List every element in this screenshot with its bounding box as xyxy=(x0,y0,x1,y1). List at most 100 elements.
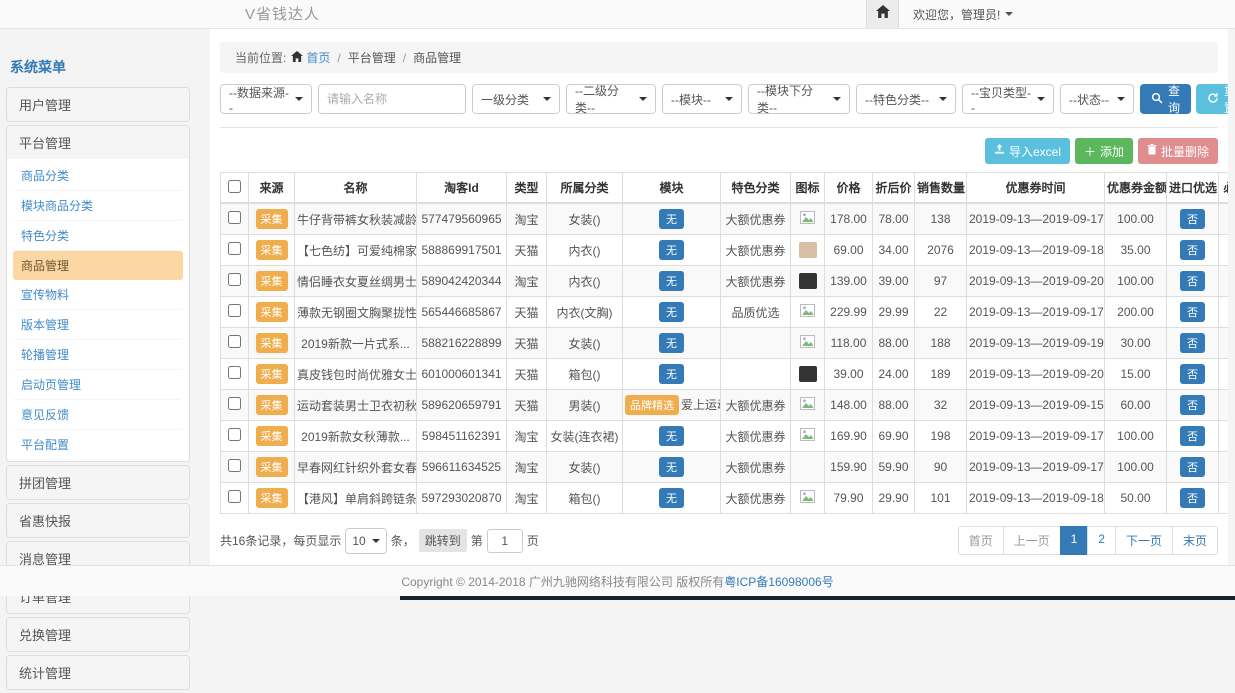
category-cell: 女装() xyxy=(547,203,623,235)
row-checkbox[interactable] xyxy=(228,273,241,286)
discount-price-cell: 78.00 xyxy=(873,203,915,235)
jump-to-button[interactable]: 跳转到 xyxy=(419,529,467,552)
sidebar-item[interactable]: 宣传物料 xyxy=(13,280,183,310)
sidebar-item[interactable]: 意见反馈 xyxy=(13,400,183,430)
sidebar-section-header[interactable]: 兑换管理 xyxy=(7,618,189,651)
module-cell: 无 xyxy=(623,297,721,328)
jump-page-input[interactable] xyxy=(487,529,523,553)
trash-icon xyxy=(1147,144,1157,158)
taoke-id-cell: 597293020870 xyxy=(417,483,507,514)
coupon-time-cell: 2019-09-13—2019-09-15 xyxy=(967,390,1105,421)
table-row: 采集2019新款女秋薄款...598451162391淘宝女装(连衣裙)无大额优… xyxy=(221,421,1229,452)
reset-button[interactable]: 重置 xyxy=(1196,84,1228,114)
import-select-cell: 否 xyxy=(1167,452,1219,483)
import-select-toggle[interactable]: 否 xyxy=(1180,240,1205,260)
module-none-badge: 无 xyxy=(659,271,684,291)
module-badge: 品牌精选 xyxy=(625,395,679,415)
sidebar-item[interactable]: 特色分类 xyxy=(13,221,183,251)
price-cell: 139.00 xyxy=(825,266,873,297)
home-button[interactable] xyxy=(866,0,899,28)
row-checkbox[interactable] xyxy=(228,397,241,410)
import-select-toggle[interactable]: 否 xyxy=(1180,333,1205,353)
import-excel-button[interactable]: 导入excel xyxy=(985,138,1070,164)
page-button[interactable]: 上一页 xyxy=(1003,526,1061,555)
add-button[interactable]: ＋ 添加 xyxy=(1075,138,1133,164)
import-select-toggle[interactable]: 否 xyxy=(1180,364,1205,384)
sidebar-item[interactable]: 版本管理 xyxy=(13,310,183,340)
sidebar-section-header[interactable]: 统计管理 xyxy=(7,656,189,689)
chevron-down-icon xyxy=(833,97,841,101)
category-cell: 内衣() xyxy=(547,235,623,266)
feature-category-select[interactable]: --特色分类-- xyxy=(856,84,956,114)
row-checkbox[interactable] xyxy=(228,335,241,348)
page-size-select[interactable]: 10 xyxy=(345,528,386,554)
module-sub-select[interactable]: --模块下分类-- xyxy=(748,84,850,114)
sidebar-section: 兑换管理 xyxy=(6,617,190,652)
discount-price-cell: 88.00 xyxy=(873,328,915,359)
sidebar-item[interactable]: 商品管理 xyxy=(13,251,183,280)
source-badge: 采集 xyxy=(256,333,288,353)
sidebar-item[interactable]: 平台配置 xyxy=(13,430,183,459)
row-checkbox[interactable] xyxy=(228,459,241,472)
data-source-select[interactable]: --数据来源-- xyxy=(220,84,312,114)
category-level2-select[interactable]: --二级分类-- xyxy=(566,84,656,114)
row-checkbox[interactable] xyxy=(228,490,241,503)
page-button[interactable]: 下一页 xyxy=(1115,526,1173,555)
must-buy-cell: 否 xyxy=(1219,297,1229,328)
sidebar-section-header[interactable]: 省惠快报 xyxy=(7,504,189,537)
row-checkbox[interactable] xyxy=(228,366,241,379)
import-select-toggle[interactable]: 否 xyxy=(1180,302,1205,322)
item-type-select[interactable]: --宝贝类型-- xyxy=(962,84,1054,114)
broken-image-icon xyxy=(800,430,815,444)
import-select-toggle[interactable]: 否 xyxy=(1180,395,1205,415)
module-cell: 无 xyxy=(623,235,721,266)
sidebar-section-header[interactable]: 平台管理 xyxy=(7,126,189,159)
sidebar-item[interactable]: 启动页管理 xyxy=(13,370,183,400)
must-buy-cell: 否 xyxy=(1219,235,1229,266)
module-select[interactable]: --模块-- xyxy=(662,84,742,114)
product-name-input[interactable] xyxy=(318,84,466,114)
page-button[interactable]: 首页 xyxy=(958,526,1004,555)
query-button[interactable]: 查询 xyxy=(1140,84,1191,114)
import-select-cell: 否 xyxy=(1167,421,1219,452)
coupon-time-cell: 2019-09-13—2019-09-18 xyxy=(967,483,1105,514)
module-name: 爱上运动 xyxy=(681,398,721,412)
coupon-amount-cell: 60.00 xyxy=(1105,390,1167,421)
row-checkbox[interactable] xyxy=(228,304,241,317)
import-select-toggle[interactable]: 否 xyxy=(1180,457,1205,477)
select-all-checkbox[interactable] xyxy=(228,180,241,193)
row-checkbox[interactable] xyxy=(228,211,241,224)
sidebar-section-header[interactable]: 拼团管理 xyxy=(7,466,189,499)
import-select-toggle[interactable]: 否 xyxy=(1180,271,1205,291)
import-select-toggle[interactable]: 否 xyxy=(1180,488,1205,508)
module-cell: 无 xyxy=(623,328,721,359)
import-select-toggle[interactable]: 否 xyxy=(1180,209,1205,229)
breadcrumb-home-link[interactable]: 首页 xyxy=(291,49,330,66)
table-row: 采集情侣睡衣女夏丝绸男士...589042420344淘宝内衣()无大额优惠券1… xyxy=(221,266,1229,297)
page-button[interactable]: 末页 xyxy=(1172,526,1218,555)
import-select-toggle[interactable]: 否 xyxy=(1180,426,1205,446)
sales-cell: 32 xyxy=(915,390,967,421)
batch-delete-button[interactable]: 批量删除 xyxy=(1138,138,1218,164)
product-thumbnail xyxy=(799,366,817,382)
category-level1-select[interactable]: 一级分类 xyxy=(472,84,560,114)
row-checkbox[interactable] xyxy=(228,428,241,441)
sidebar-item[interactable]: 模块商品分类 xyxy=(13,191,183,221)
sales-cell: 198 xyxy=(915,421,967,452)
row-checkbox[interactable] xyxy=(228,242,241,255)
page-button[interactable]: 2 xyxy=(1087,526,1116,555)
refresh-icon xyxy=(1207,92,1219,107)
products-table: 来源名称淘客Id类型所属分类模块特色分类图标价格折后价销售数量优惠券时间优惠券金… xyxy=(220,172,1228,514)
page-button[interactable]: 1 xyxy=(1060,526,1089,555)
status-select[interactable]: --状态-- xyxy=(1060,84,1134,114)
sidebar-section-header[interactable]: 用户管理 xyxy=(7,88,189,121)
sidebar-item[interactable]: 轮播管理 xyxy=(13,340,183,370)
module-none-badge: 无 xyxy=(659,333,684,353)
user-menu[interactable]: 欢迎您，管理员! xyxy=(913,6,1013,23)
price-cell: 229.99 xyxy=(825,297,873,328)
chevron-down-icon xyxy=(1005,12,1013,16)
broken-image-icon xyxy=(800,337,815,351)
icp-link[interactable]: 粤ICP备16098006号 xyxy=(724,573,833,590)
sidebar-item[interactable]: 商品分类 xyxy=(13,161,183,191)
col-header-must_buy: 必买清单 xyxy=(1219,173,1229,204)
